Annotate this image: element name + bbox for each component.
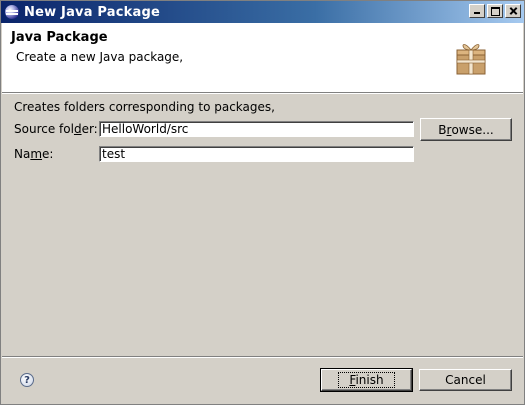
source-folder-input[interactable] — [99, 121, 414, 137]
footer-separator — [2, 356, 523, 358]
finish-focus-ring: Finish — [338, 372, 395, 388]
finish-button[interactable]: Finish — [320, 368, 413, 392]
source-folder-label: Source folder: — [14, 122, 98, 136]
name-label: Name: — [14, 147, 54, 161]
wizard-page-title: Java Package — [11, 30, 108, 45]
window-title: New Java Package — [24, 4, 161, 20]
maximize-icon[interactable] — [487, 4, 503, 18]
browse-button[interactable]: Br owse... — [420, 118, 512, 141]
eclipse-icon — [5, 5, 19, 19]
name-input[interactable] — [99, 146, 414, 162]
title-bar[interactable]: New Java Package — [1, 1, 524, 23]
package-icon — [456, 44, 486, 75]
cancel-button[interactable]: Cancel — [419, 369, 512, 391]
new-java-package-dialog: New Java Package Java Package Create a n… — [0, 0, 525, 405]
help-icon[interactable]: ? — [20, 373, 34, 387]
banner-separator — [2, 92, 523, 94]
info-text: Creates folders corresponding to package… — [14, 100, 275, 114]
close-icon[interactable] — [505, 4, 521, 18]
wizard-banner: Java Package Create a new Java package, — [2, 23, 523, 92]
minimize-icon[interactable] — [469, 4, 485, 18]
window-controls — [467, 4, 521, 18]
wizard-page-description: Create a new Java package, — [16, 50, 184, 64]
